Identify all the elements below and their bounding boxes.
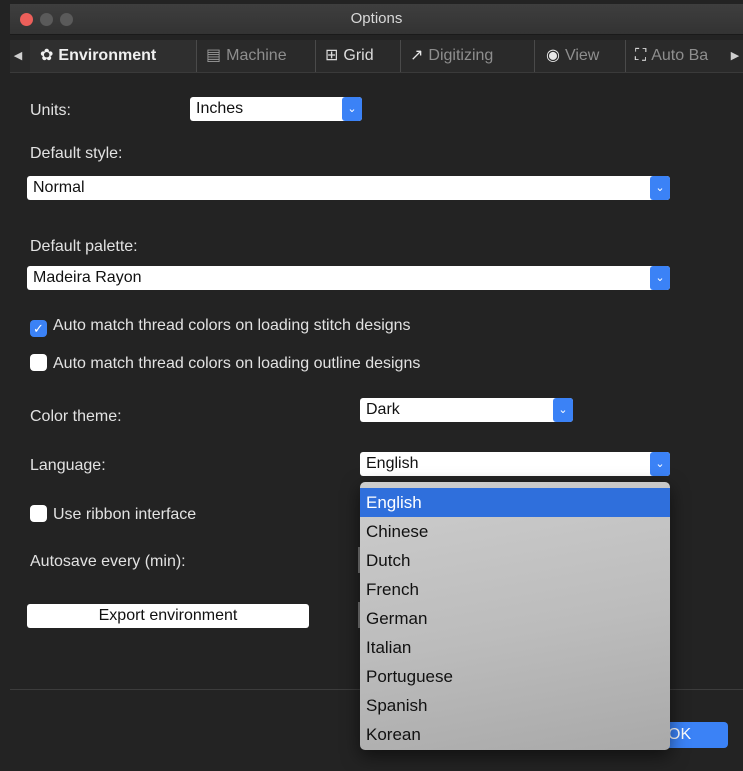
eye-icon: ◉ <box>546 47 560 64</box>
language-option[interactable]: Spanish <box>360 691 670 720</box>
units-label: Units: <box>30 102 71 119</box>
color-theme-label: Color theme: <box>30 408 122 425</box>
tab-strip: ◀ ✿ Environment ▤ Machine ⊞ Grid ↗ Digitizin… <box>10 40 743 73</box>
default-palette-value: Madeira Rayon <box>33 269 142 286</box>
tab-label: Machine <box>226 47 287 64</box>
language-option[interactable]: Korean <box>360 720 670 749</box>
auto-match-stitch-checkbox[interactable]: ✓ Auto match thread colors on loading sti… <box>30 317 411 337</box>
language-value: English <box>366 455 419 472</box>
auto-match-outline-checkbox[interactable]: Auto match thread colors on loading outl… <box>30 354 420 373</box>
units-value: Inches <box>196 100 244 117</box>
tab-scroll-left-icon[interactable]: ◀ <box>10 40 26 72</box>
auto-match-stitch-label: Auto match thread colors on loading stit… <box>53 317 411 334</box>
default-style-value: Normal <box>33 179 85 196</box>
default-style-label: Default style: <box>30 145 123 162</box>
digitizing-icon: ↗ <box>410 47 424 64</box>
tab-scroll-right-icon[interactable]: ▶ <box>727 40 743 72</box>
tab-label: View <box>564 47 600 64</box>
language-option[interactable]: German <box>360 604 670 633</box>
chevron-down-icon: ⌄ <box>650 452 670 476</box>
ribbon-interface-label: Use ribbon interface <box>53 506 197 523</box>
frame-icon: ⛶ <box>635 47 647 64</box>
ribbon-interface-checkbox[interactable]: Use ribbon interface <box>30 505 196 524</box>
tab-auto-backup[interactable]: ⛶ Auto Ba <box>627 40 727 72</box>
machine-icon: ▤ <box>206 47 222 64</box>
language-option[interactable]: English <box>360 488 670 517</box>
window-title: Options <box>350 10 403 27</box>
tab-label: Auto Ba <box>651 47 709 64</box>
language-dropdown-list: English Chinese Dutch French German Ital… <box>360 482 670 750</box>
title-bar: Options <box>10 4 743 35</box>
tab-label: Environment <box>58 47 157 64</box>
autosave-label: Autosave every (min): <box>30 553 186 570</box>
chevron-down-icon: ⌄ <box>650 176 670 200</box>
checkbox-box[interactable] <box>30 354 47 371</box>
tab-grid[interactable]: ⊞ Grid <box>317 40 401 72</box>
language-option[interactable]: Dutch <box>360 546 670 575</box>
grid-icon: ⊞ <box>325 47 339 64</box>
default-palette-select[interactable]: Madeira Rayon ⌄ <box>27 266 670 290</box>
checkbox-box[interactable] <box>30 505 47 522</box>
color-theme-value: Dark <box>366 401 400 418</box>
language-label: Language: <box>30 457 106 474</box>
chevron-down-icon: ⌄ <box>650 266 670 290</box>
chevron-down-icon: ⌄ <box>553 398 573 422</box>
auto-match-outline-label: Auto match thread colors on loading outl… <box>53 355 421 372</box>
chevron-down-icon: ⌄ <box>342 97 362 121</box>
language-option[interactable]: French <box>360 575 670 604</box>
tab-digitizing[interactable]: ↗ Digitizing <box>402 40 535 72</box>
export-environment-button[interactable]: Export environment <box>27 604 309 628</box>
units-select[interactable]: Inches ⌄ <box>190 97 362 121</box>
checkmark-icon[interactable]: ✓ <box>30 320 47 337</box>
tab-label: Digitizing <box>428 47 494 64</box>
default-palette-label: Default palette: <box>30 238 138 255</box>
language-option[interactable]: Portuguese <box>360 662 670 691</box>
tab-view[interactable]: ◉ View <box>536 40 626 72</box>
color-theme-select[interactable]: Dark ⌄ <box>360 398 573 422</box>
tab-environment[interactable]: ✿ Environment <box>30 40 197 72</box>
tab-machine[interactable]: ▤ Machine <box>198 40 316 72</box>
language-option[interactable]: Italian <box>360 633 670 662</box>
gear-icon: ✿ <box>40 47 54 64</box>
tab-label: Grid <box>343 47 374 64</box>
language-option[interactable]: Chinese <box>360 517 670 546</box>
language-select[interactable]: English ⌄ <box>360 452 670 476</box>
default-style-select[interactable]: Normal ⌄ <box>27 176 670 200</box>
